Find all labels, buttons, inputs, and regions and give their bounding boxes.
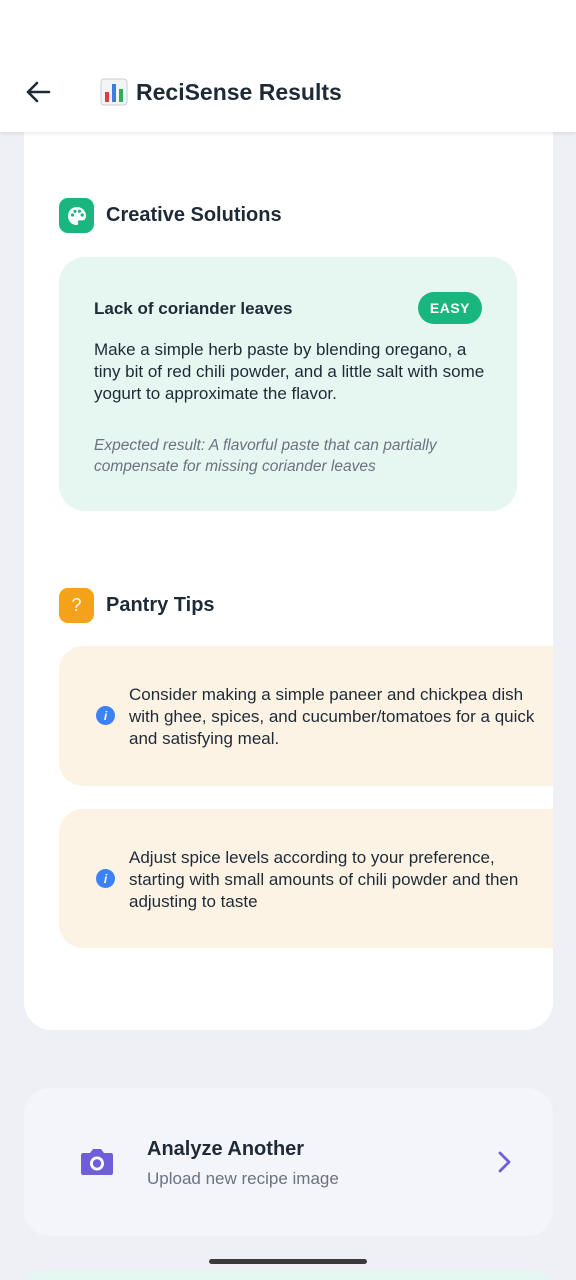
creative-solutions-title: Creative Solutions (106, 204, 282, 226)
solution-description: Make a simple herb paste by blending ore… (94, 340, 485, 403)
tip-card: i Adjust spice levels according to your … (59, 809, 553, 948)
results-screen: ReciSense Results Creative Solutions Lac… (0, 0, 576, 1280)
tip-text: Adjust spice levels according to your pr… (129, 848, 519, 911)
difficulty-badge: EASY (417, 292, 482, 324)
analyze-another-title: Analyze Another (147, 1138, 305, 1160)
solution-title: Lack of coriander leaves (94, 299, 293, 318)
info-icon: i (96, 869, 115, 888)
palette-icon (59, 198, 94, 233)
page-title: ReciSense Results (100, 76, 342, 108)
pantry-tips-header: ? Pantry Tips (59, 588, 215, 623)
pantry-tips-title: Pantry Tips (106, 594, 215, 616)
tip-card: i Consider making a simple paneer and ch… (59, 646, 553, 786)
expected-result: Expected result: A flavorful paste that … (94, 437, 437, 475)
page-title-text: ReciSense Results (136, 78, 342, 105)
next-card-peek (24, 1270, 553, 1280)
info-icon: i (96, 706, 115, 725)
home-indicator[interactable] (209, 1259, 367, 1264)
analyze-another-button[interactable]: Analyze Another Upload new recipe image (24, 1088, 553, 1236)
creative-solutions-header: Creative Solutions (59, 198, 282, 233)
tip-text: Consider making a simple paneer and chic… (129, 685, 535, 748)
back-button[interactable] (18, 72, 58, 112)
camera-icon (81, 1149, 113, 1175)
app-bar: ReciSense Results (0, 0, 576, 132)
question-icon: ? (59, 588, 94, 623)
analyze-another-subtitle: Upload new recipe image (147, 1169, 339, 1188)
arrow-left-icon (26, 81, 51, 103)
chevron-right-icon (498, 1151, 511, 1173)
bar-chart-icon (100, 78, 128, 106)
solution-card[interactable]: Lack of coriander leaves EASY Make a sim… (59, 257, 517, 511)
